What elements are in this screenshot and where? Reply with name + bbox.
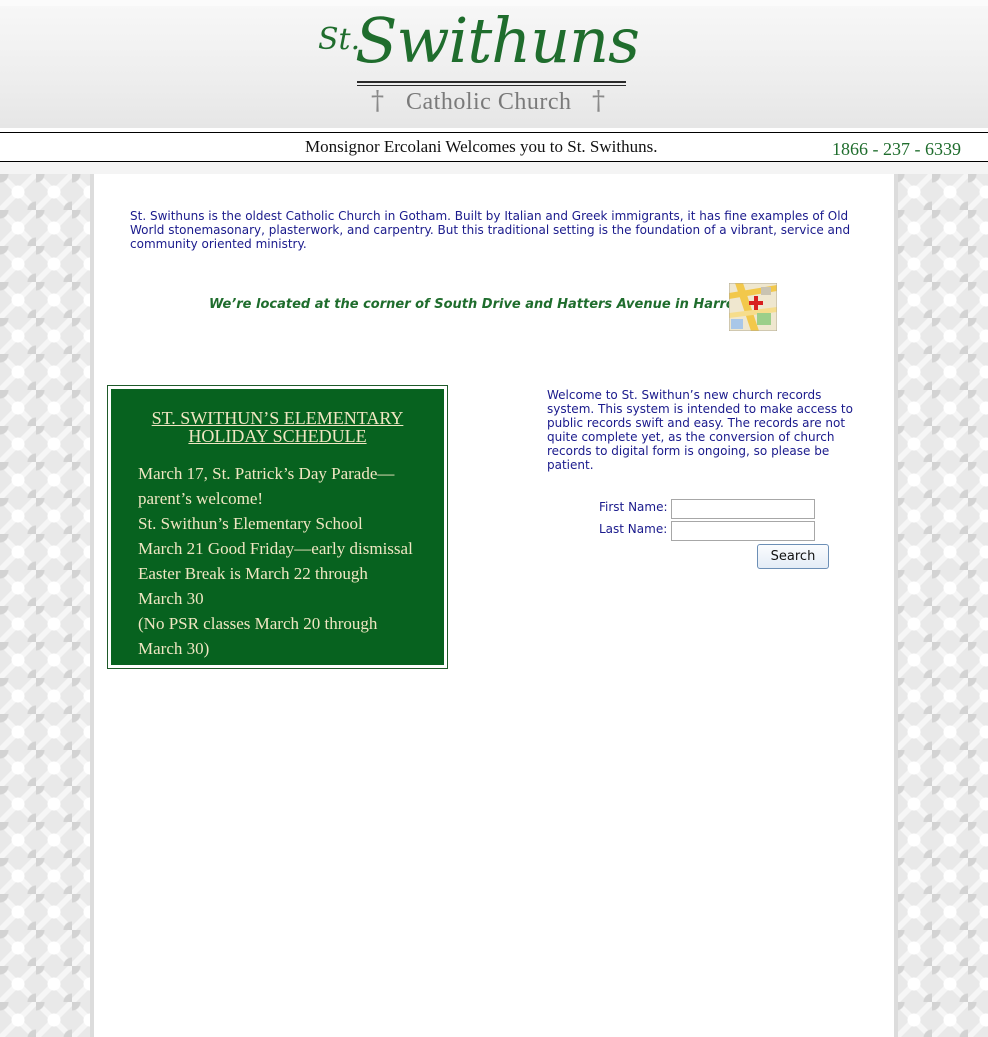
welcome-bar: Monsignor Ercolani Welcomes you to St. S… (0, 132, 988, 162)
schedule-line: (No PSR classes March 20 through (138, 614, 378, 633)
schedule-line: March 30) (138, 639, 210, 658)
schedule-line: March 30 (138, 589, 204, 608)
logo-rule (357, 85, 626, 86)
schedule-line: March 17, St. Patrick’s Day Parade— (138, 464, 395, 483)
welcome-text: Monsignor Ercolani Welcomes you to St. S… (305, 137, 658, 156)
schedule-line: St. Swithun’s Elementary School (138, 514, 363, 533)
cross-icon: † (371, 86, 384, 116)
phone-number: 1866 - 237 - 6339 (832, 139, 961, 159)
schedule-title: ST. SWITHUN’S ELEMENTARY HOLIDAY SCHEDUL… (111, 409, 444, 445)
map-icon[interactable] (728, 282, 778, 332)
left-ornament-border (0, 174, 92, 1037)
schedule-title-line: HOLIDAY SCHEDULE (188, 426, 367, 446)
records-intro: Welcome to St. Swithun’s new church reco… (547, 388, 853, 472)
right-border-edge (894, 174, 898, 1037)
first-name-field[interactable] (671, 499, 815, 519)
location-text: We’re located at the corner of South Dri… (209, 297, 751, 312)
schedule-title-line: ST. SWITHUN’S ELEMENTARY (151, 408, 404, 428)
schedule-line: March 21 Good Friday—early dismissal (138, 539, 413, 558)
last-name-label: Last Name: (599, 522, 668, 536)
right-ornament-border (896, 174, 988, 1037)
last-name-field[interactable] (671, 521, 815, 541)
logo-st-text: St. (318, 22, 361, 57)
intro-paragraph: St. Swithuns is the oldest Catholic Chur… (130, 209, 851, 251)
site-header: St. Swithuns † Catholic Church † (0, 0, 988, 128)
bar-spacer (0, 162, 988, 174)
logo-rule (357, 81, 626, 83)
schedule-line: parent’s welcome! (138, 489, 264, 508)
logo-name-text: Swithuns (355, 4, 640, 77)
cross-icon: † (592, 86, 605, 116)
holiday-schedule-panel: ST. SWITHUN’S ELEMENTARY HOLIDAY SCHEDUL… (111, 389, 444, 665)
holiday-schedule-box: ST. SWITHUN’S ELEMENTARY HOLIDAY SCHEDUL… (107, 385, 448, 669)
first-name-label: First Name: (599, 500, 668, 514)
logo-subtitle: Catholic Church (406, 89, 572, 115)
search-button[interactable]: Search (757, 544, 829, 569)
schedule-list: March 17, St. Patrick’s Day Parade— pare… (138, 461, 438, 661)
schedule-line: Easter Break is March 22 through (138, 564, 368, 583)
